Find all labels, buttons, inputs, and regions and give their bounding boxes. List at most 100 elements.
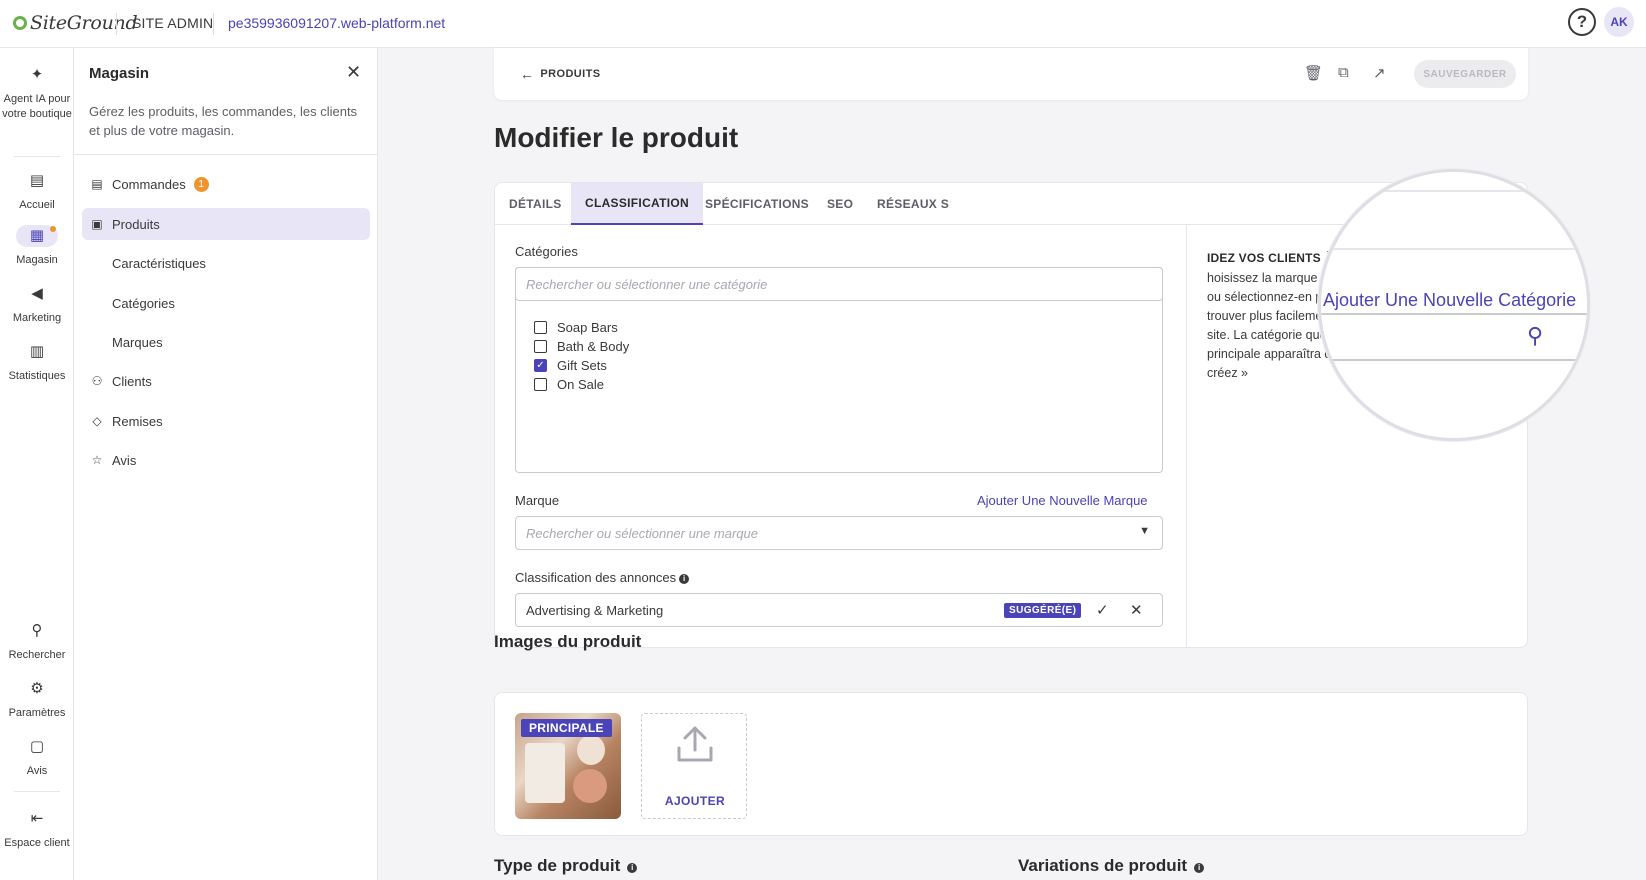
nav-item-products[interactable]: ▣ Produits <box>82 208 370 240</box>
category-option[interactable]: On Sale <box>534 375 629 394</box>
tab-social[interactable]: RÉSEAUX S <box>863 183 963 225</box>
rail-item-store[interactable]: ▦ Magasin <box>0 225 74 268</box>
product-type-text: Type de produit <box>494 856 621 875</box>
site-admin-label: SITE ADMIN <box>132 15 214 31</box>
ads-classification-label: Classification des annonces i <box>515 570 690 585</box>
nav-item-label: Commandes <box>112 176 186 192</box>
brand-select[interactable]: Rechercher ou sélectionner une marque ▼ <box>515 516 1163 550</box>
save-button[interactable]: SAUVEGARDER <box>1414 60 1516 88</box>
variations-title: Variations de produit i <box>1018 856 1205 876</box>
category-option[interactable]: Soap Bars <box>534 318 629 337</box>
logo-text: SiteGround <box>30 12 138 34</box>
store-icon: ▦ <box>16 225 58 247</box>
trash-icon[interactable]: 🗑 <box>1304 64 1323 82</box>
rail-item-label: Accueil <box>19 199 55 211</box>
user-avatar[interactable]: AK <box>1604 7 1634 37</box>
category-label: Soap Bars <box>557 320 618 335</box>
help-button[interactable]: ? <box>1568 8 1596 36</box>
rail-item-stats[interactable]: ▥ Statistiques <box>0 341 74 384</box>
tag-icon: ◇ <box>92 414 102 428</box>
close-icon[interactable]: ✕ <box>346 62 361 83</box>
main-image-badge: PRINCIPALE <box>521 719 612 737</box>
nav-item-brands[interactable]: Marques <box>82 326 370 358</box>
magnifier-lens: Ajouter Une Nouvelle Catégorie ⚲ <box>1318 169 1590 441</box>
categories-placeholder: Rechercher ou sélectionner une catégorie <box>526 277 768 292</box>
check-icon[interactable]: ✓ <box>1096 601 1109 619</box>
nav-item-reviews[interactable]: ☆ Avis <box>82 444 370 476</box>
rail-item-label: Agent IA pour votre boutique <box>2 93 72 120</box>
megaphone-icon: ◀ <box>31 285 43 302</box>
add-image-button[interactable]: AJOUTER <box>641 713 747 819</box>
ads-classification-value: Advertising & Marketing <box>526 603 664 618</box>
ads-classification-field[interactable]: Advertising & Marketing SUGGÉRÉ(E) ✓ ✕ <box>515 593 1163 627</box>
nav-item-clients[interactable]: ⚇ Clients <box>82 365 370 397</box>
divider <box>1321 313 1587 315</box>
nav-item-orders[interactable]: ▤ Commandes 1 <box>82 168 370 200</box>
divider <box>14 156 60 157</box>
rail-item-label: Rechercher <box>8 649 66 661</box>
rail-item-home[interactable]: ▤ Accueil <box>0 170 74 213</box>
rail-item-label: Magasin <box>16 254 58 266</box>
close-icon[interactable]: ✕ <box>1130 601 1143 619</box>
divider <box>74 154 378 155</box>
product-type-title: Type de produit i <box>494 856 638 876</box>
nav-item-label: Catégories <box>112 295 175 311</box>
nav-item-categories[interactable]: Catégories <box>82 287 370 319</box>
orders-icon: ▤ <box>91 177 103 191</box>
divider <box>14 791 60 792</box>
nav-item-label: Remises <box>112 413 163 429</box>
rail-item-marketing[interactable]: ◀ Marketing <box>0 283 74 326</box>
add-image-label: AJOUTER <box>664 794 726 808</box>
add-category-link[interactable]: Ajouter Une Nouvelle Catégorie <box>1323 290 1576 311</box>
info-icon[interactable]: i <box>1194 863 1205 873</box>
store-panel: Magasin ✕ Gérez les produits, les comman… <box>74 48 378 880</box>
back-to-products-link[interactable]: ← PRODUITS <box>520 66 600 82</box>
tab-classification[interactable]: CLASSIFICATION <box>571 183 703 225</box>
checkbox[interactable] <box>534 321 547 334</box>
tab-specifications[interactable]: SPÉCIFICATIONS <box>691 183 823 225</box>
users-icon: ⚇ <box>91 374 103 388</box>
checkbox-checked[interactable]: ✓ <box>534 359 547 372</box>
categories-search-input[interactable]: Rechercher ou sélectionner une catégorie <box>515 267 1163 301</box>
rail-item-client-area[interactable]: ⇤ Espace client <box>0 808 74 851</box>
divider <box>1321 248 1587 250</box>
category-label: On Sale <box>557 377 604 392</box>
rail-item-ai-agent[interactable]: ✦ Agent IA pour votre boutique <box>0 64 74 122</box>
duplicate-icon[interactable]: ⧉ <box>1338 64 1349 81</box>
rail-item-label: Statistiques <box>8 370 66 382</box>
gear-icon: ⚙ <box>30 680 44 697</box>
sparkle-icon: ✦ <box>30 66 44 83</box>
categories-list: Soap Bars Bath & Body ✓ Gift Sets On Sal… <box>534 318 629 394</box>
arrow-left-icon: ← <box>520 66 535 82</box>
top-bar: SiteGround SITE ADMIN pe359936091207.web… <box>0 0 1646 48</box>
rail-item-search[interactable]: ⚲ Rechercher <box>0 620 74 663</box>
checkbox[interactable] <box>534 340 547 353</box>
nav-item-features[interactable]: Caractéristiques <box>82 247 370 279</box>
rail-item-settings[interactable]: ⚙ Paramètres <box>0 678 74 721</box>
category-option[interactable]: ✓ Gift Sets <box>534 356 629 375</box>
info-icon[interactable]: i <box>679 574 690 584</box>
suggested-badge: SUGGÉRÉ(E) <box>1004 603 1082 618</box>
category-label: Bath & Body <box>557 339 630 354</box>
product-image[interactable]: PRINCIPALE <box>515 713 621 819</box>
rail-item-label: Paramètres <box>8 707 66 719</box>
category-option[interactable]: Bath & Body <box>534 337 629 356</box>
categories-label: Catégories <box>515 244 578 259</box>
nav-item-discounts[interactable]: ◇ Remises <box>82 405 370 437</box>
chevron-down-icon: ▼ <box>1139 525 1150 537</box>
rail-item-reviews[interactable]: ▢ Avis <box>0 736 74 779</box>
siteground-logo[interactable]: SiteGround <box>13 12 138 34</box>
search-icon: ⚲ <box>31 622 43 639</box>
images-card: PRINCIPALE AJOUTER <box>494 692 1528 836</box>
checkbox[interactable] <box>534 378 547 391</box>
add-brand-link[interactable]: Ajouter Une Nouvelle Marque <box>977 493 1148 508</box>
divider <box>116 13 117 35</box>
main-content: ← PRODUITS 🗑 ⧉ ↗ SAUVEGARDER Modifier le… <box>378 48 1646 880</box>
info-icon[interactable]: i <box>627 863 638 873</box>
external-link-icon[interactable]: ↗ <box>1373 64 1386 82</box>
tab-seo[interactable]: SEO <box>813 183 867 225</box>
category-label: Gift Sets <box>557 358 607 373</box>
action-bar: ← PRODUITS 🗑 ⧉ ↗ SAUVEGARDER <box>494 48 1528 100</box>
site-domain-link[interactable]: pe359936091207.web-platform.net <box>228 15 445 31</box>
tab-details[interactable]: DÉTAILS <box>495 183 576 225</box>
